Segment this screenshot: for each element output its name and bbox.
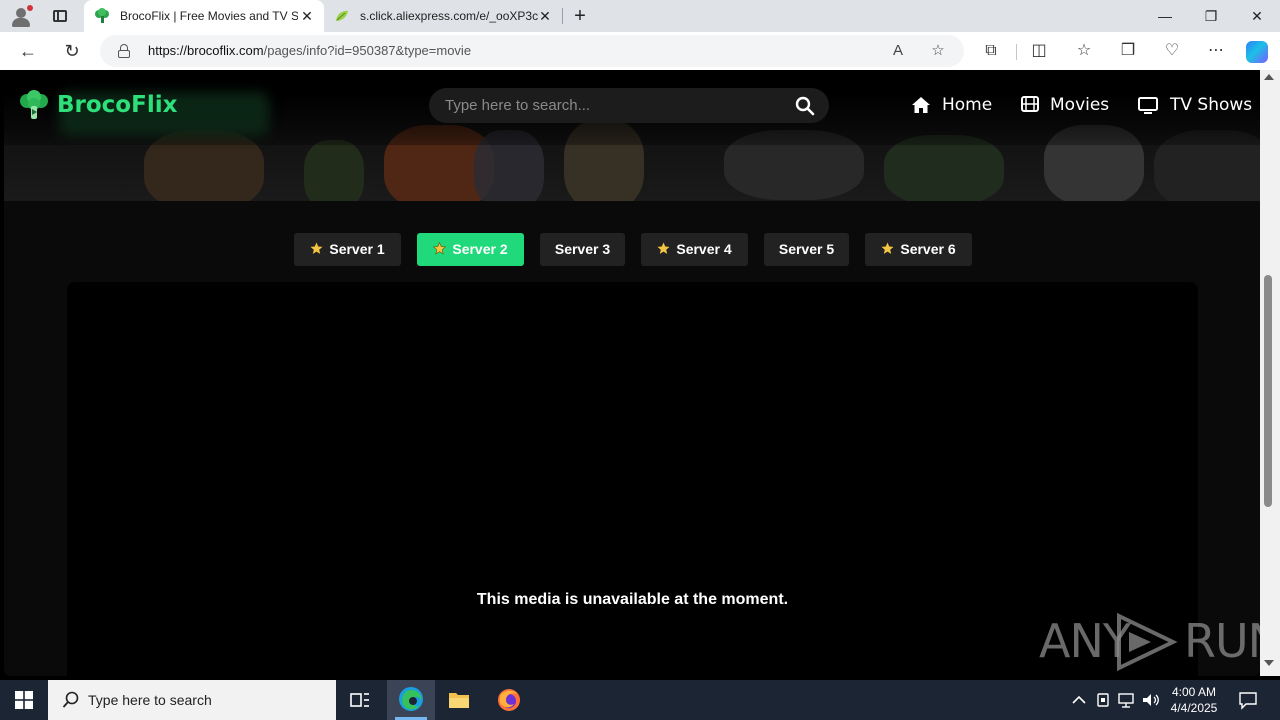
task-view-button[interactable] <box>336 680 384 720</box>
nav-tv-shows[interactable]: TV Shows <box>1138 92 1258 118</box>
copilot-icon[interactable] <box>1246 41 1268 63</box>
new-tab-button[interactable]: + <box>569 4 591 28</box>
anyrun-watermark: ANY RUN <box>1039 610 1260 672</box>
search-icon[interactable] <box>795 96 815 116</box>
server-1-button[interactable]: Server 1 <box>294 233 401 266</box>
site-search <box>429 88 829 123</box>
minimize-button[interactable]: — <box>1142 4 1188 28</box>
film-icon <box>1021 96 1039 112</box>
url-text[interactable]: https://brocoflix.com/pages/info?id=9503… <box>148 44 471 58</box>
tv-icon <box>1138 97 1158 114</box>
address-bar[interactable]: https://brocoflix.com/pages/info?id=9503… <box>100 35 964 67</box>
clock-date: 4/4/2025 <box>1170 701 1218 715</box>
broccoli-favicon-icon <box>95 8 109 23</box>
network-icon[interactable] <box>1117 690 1137 710</box>
task-view-icon <box>350 693 369 707</box>
collections-icon[interactable]: ❒ <box>1117 40 1139 62</box>
star-icon <box>881 242 894 254</box>
leaf-favicon-icon <box>336 10 348 21</box>
tab-brocoflix[interactable]: BrocoFlix | Free Movies and TV Shows ✕ <box>84 0 324 32</box>
brand-name: BrocoFlix <box>57 92 178 118</box>
windows-taskbar: Type here to search 4:00 AM 4/4/2025 <box>0 680 1280 720</box>
edge-icon <box>399 687 423 711</box>
nav-home[interactable]: Home <box>911 92 1001 118</box>
more-menu-icon[interactable]: ⋯ <box>1205 40 1227 62</box>
tab-title: s.click.aliexpress.com/e/_ooXP3c <box>360 9 538 23</box>
screen: BrocoFlix | Free Movies and TV Shows ✕ s… <box>0 0 1280 720</box>
scroll-up-icon[interactable] <box>1264 74 1274 80</box>
split-screen-icon[interactable]: ◫ <box>1028 40 1050 62</box>
tab-aliexpress[interactable]: s.click.aliexpress.com/e/_ooXP3c ✕ <box>324 0 562 32</box>
close-window-button[interactable]: ✕ <box>1234 4 1280 28</box>
tab-actions-icon[interactable] <box>50 7 70 25</box>
favorites-icon[interactable]: ☆ <box>1073 40 1095 62</box>
site-search-input[interactable] <box>445 88 785 123</box>
close-tab-icon[interactable]: ✕ <box>300 8 314 24</box>
toolbar-separator <box>1016 44 1017 60</box>
server-6-button[interactable]: Server 6 <box>865 233 972 266</box>
nav-movies[interactable]: Movies <box>1021 92 1121 118</box>
windows-logo-icon <box>15 691 33 709</box>
lock-icon[interactable] <box>118 44 130 58</box>
server-5-button[interactable]: Server 5 <box>764 233 849 266</box>
back-icon[interactable]: ← <box>17 40 39 62</box>
scroll-down-icon[interactable] <box>1264 660 1274 666</box>
read-aloud-icon[interactable]: A <box>888 41 908 61</box>
notifications-icon[interactable] <box>1238 690 1258 710</box>
page-viewport: BrocoFlix Home Movies <box>4 70 1260 676</box>
taskbar-clock[interactable]: 4:00 AM 4/4/2025 <box>1160 684 1228 716</box>
browser-essentials-icon[interactable]: ♡ <box>1161 40 1183 62</box>
tab-separator <box>562 8 563 24</box>
clock-time: 4:00 AM <box>1171 685 1217 699</box>
star-icon <box>657 242 670 254</box>
taskbar-file-explorer[interactable] <box>435 680 483 720</box>
home-icon <box>912 97 930 113</box>
unavailable-message: This media is unavailable at the moment. <box>476 591 789 608</box>
server-4-button[interactable]: Server 4 <box>641 233 748 266</box>
taskbar-firefox[interactable] <box>485 680 533 720</box>
search-icon <box>62 691 79 708</box>
firefox-icon <box>498 689 520 711</box>
folder-icon <box>449 693 469 708</box>
refresh-icon[interactable]: ↻ <box>61 40 83 62</box>
browser-toolbar: ← ↻ https://brocoflix.com/pages/info?id=… <box>0 32 1280 70</box>
scroll-thumb[interactable] <box>1264 275 1272 507</box>
browser-tab-strip: BrocoFlix | Free Movies and TV Shows ✕ s… <box>0 0 1280 32</box>
star-icon <box>310 242 323 254</box>
play-triangle-icon <box>1117 612 1178 672</box>
star-icon <box>433 242 447 255</box>
volume-icon[interactable] <box>1141 690 1161 710</box>
server-2-button[interactable]: Server 2 <box>417 233 524 266</box>
taskbar-search-placeholder: Type here to search <box>88 692 212 708</box>
broccoli-logo-icon <box>20 90 48 119</box>
close-tab-icon[interactable]: ✕ <box>538 8 552 24</box>
video-player[interactable]: This media is unavailable at the moment. <box>67 282 1198 676</box>
tab-title: BrocoFlix | Free Movies and TV Shows <box>120 9 298 23</box>
favorite-star-icon[interactable]: ☆ <box>928 41 948 61</box>
extensions-icon[interactable]: ⧉ <box>980 40 1002 62</box>
profile-icon[interactable] <box>8 4 34 28</box>
start-button[interactable] <box>0 680 48 720</box>
taskbar-edge[interactable] <box>387 680 435 720</box>
tray-chevron-icon[interactable] <box>1069 690 1089 710</box>
page-scrollbar[interactable] <box>1260 70 1280 676</box>
server-3-button[interactable]: Server 3 <box>540 233 625 266</box>
nav-home-label: Home <box>942 95 993 115</box>
nav-tv-shows-label: TV Shows <box>1170 95 1253 115</box>
nav-movies-label: Movies <box>1050 95 1110 115</box>
tray-device-icon[interactable] <box>1093 690 1113 710</box>
restore-button[interactable]: ❐ <box>1188 4 1234 28</box>
taskbar-search[interactable]: Type here to search <box>48 680 336 720</box>
